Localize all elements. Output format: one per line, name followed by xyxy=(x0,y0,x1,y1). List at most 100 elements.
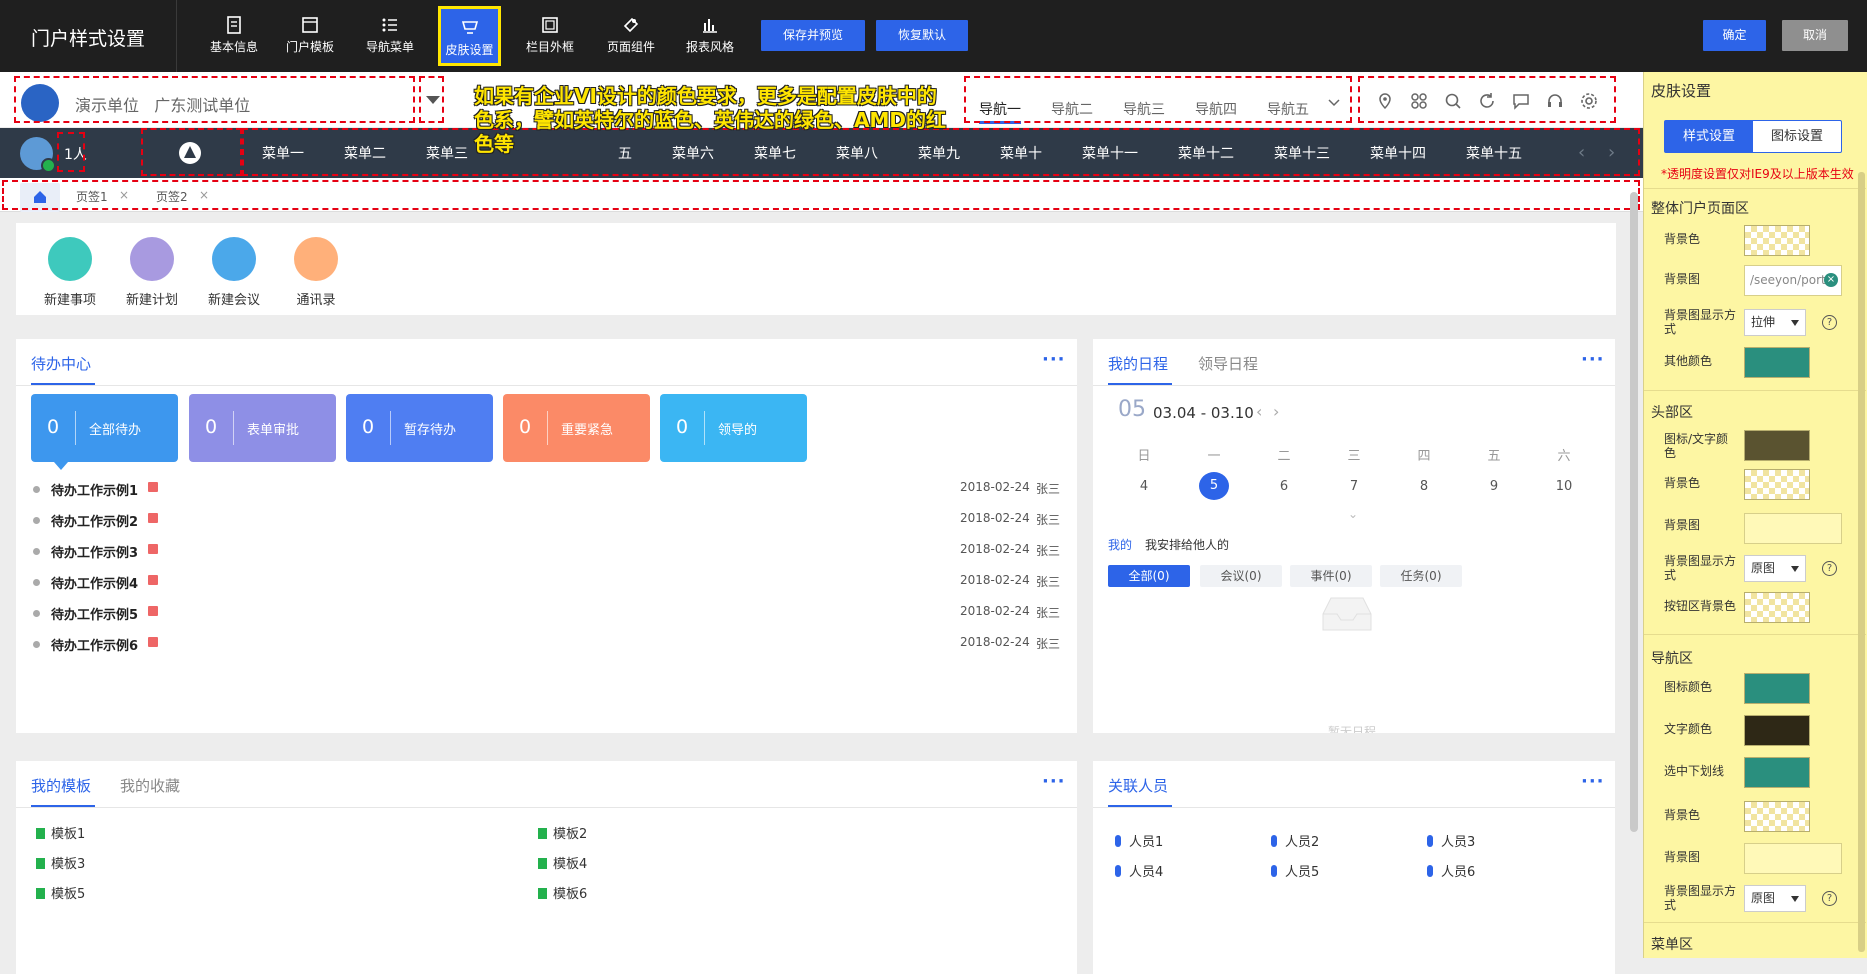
todo-row[interactable]: 待办工作示例4 2018-02-24 张三 xyxy=(16,570,1066,596)
menu-item[interactable]: 菜单十 xyxy=(1000,143,1042,163)
sub-tab-mine[interactable]: 我的 xyxy=(1108,536,1132,553)
todo-row[interactable]: 待办工作示例1 2018-02-24 张三 xyxy=(16,477,1066,503)
unit-dropdown-arrow[interactable] xyxy=(426,96,440,104)
more-icon[interactable]: ··· xyxy=(1581,771,1605,792)
panel-scrollbar[interactable] xyxy=(1858,172,1865,952)
tool-portal-template[interactable]: 门户模板 xyxy=(284,6,336,66)
todo-title[interactable]: 待办工作示例2 xyxy=(51,511,138,530)
new-meeting-icon[interactable] xyxy=(212,237,256,281)
person-item[interactable]: 人员1 xyxy=(1115,831,1163,850)
portal-bg-color-swatch[interactable] xyxy=(1744,225,1810,256)
quick-label[interactable]: 通讯录 xyxy=(276,289,356,308)
clear-icon[interactable]: × xyxy=(1824,273,1838,287)
help-icon[interactable]: ? xyxy=(1822,315,1837,330)
filter-event[interactable]: 事件(0) xyxy=(1290,565,1372,587)
nav-text-color-swatch[interactable] xyxy=(1744,715,1810,746)
header-button-bg-swatch[interactable] xyxy=(1744,592,1810,623)
person-item[interactable]: 人员4 xyxy=(1115,861,1163,880)
prev-week-icon[interactable]: ‹ xyxy=(1256,402,1262,421)
nav-icon-color-swatch[interactable] xyxy=(1744,673,1810,704)
restore-default-button[interactable]: 恢复默认 xyxy=(876,20,968,51)
template-item[interactable]: 模板4 xyxy=(538,853,587,872)
tab-style-settings[interactable]: 样式设置 xyxy=(1665,121,1753,152)
template-item[interactable]: 模板3 xyxy=(36,853,85,872)
calendar-day[interactable]: 10 xyxy=(1549,479,1579,494)
cancel-button[interactable]: 取消 xyxy=(1782,20,1848,51)
menu-item[interactable]: 菜单三 xyxy=(426,143,468,163)
menu-next-icon[interactable]: › xyxy=(1608,142,1615,163)
filter-task[interactable]: 任务(0) xyxy=(1380,565,1462,587)
card-title[interactable]: 关联人员 xyxy=(1108,775,1168,796)
menu-item[interactable]: 菜单十五 xyxy=(1466,143,1522,163)
menu-item[interactable]: 菜单十三 xyxy=(1274,143,1330,163)
calendar-day[interactable]: 8 xyxy=(1409,479,1439,494)
todo-title[interactable]: 待办工作示例5 xyxy=(51,604,138,623)
confirm-button[interactable]: 确定 xyxy=(1703,20,1766,51)
person-item[interactable]: 人员3 xyxy=(1427,831,1475,850)
todo-row[interactable]: 待办工作示例5 2018-02-24 张三 xyxy=(16,601,1066,627)
todo-title[interactable]: 待办工作示例1 xyxy=(51,480,138,499)
todo-tile-urgent[interactable]: 0 重要紧急 xyxy=(503,394,650,462)
quick-label[interactable]: 新建计划 xyxy=(112,289,192,308)
todo-row[interactable]: 待办工作示例3 2018-02-24 张三 xyxy=(16,539,1066,565)
menu-item[interactable]: 菜单二 xyxy=(344,143,386,163)
template-item[interactable]: 模板5 xyxy=(36,883,85,902)
person-item[interactable]: 人员5 xyxy=(1271,861,1319,880)
menu-item[interactable]: 菜单十一 xyxy=(1082,143,1138,163)
template-item[interactable]: 模板2 xyxy=(538,823,587,842)
more-icon[interactable]: ··· xyxy=(1042,771,1066,792)
menu-prev-icon[interactable]: ‹ xyxy=(1578,142,1585,163)
person-item[interactable]: 人员2 xyxy=(1271,831,1319,850)
nav-bg-mode-select[interactable]: 原图 xyxy=(1744,885,1806,912)
portal-other-color-swatch[interactable] xyxy=(1744,347,1810,378)
new-item-icon[interactable] xyxy=(48,237,92,281)
sub-tab-arranged[interactable]: 我安排给他人的 xyxy=(1145,536,1229,553)
header-bg-image-input[interactable] xyxy=(1744,513,1842,544)
tool-basic-info[interactable]: 基本信息 xyxy=(208,6,260,66)
nav-bg-color-swatch[interactable] xyxy=(1744,801,1810,832)
todo-title[interactable]: 待办工作示例4 xyxy=(51,573,138,592)
todo-tile-all[interactable]: 0 全部待办 xyxy=(31,394,178,462)
menu-item[interactable]: 菜单十四 xyxy=(1370,143,1426,163)
save-preview-button[interactable]: 保存并预览 xyxy=(761,20,865,51)
more-icon[interactable]: ··· xyxy=(1581,349,1605,370)
calendar-day[interactable]: 9 xyxy=(1479,479,1509,494)
menu-item[interactable]: 菜单一 xyxy=(262,143,304,163)
tool-skin-settings[interactable]: 皮肤设置 xyxy=(438,6,501,66)
filter-meeting[interactable]: 会议(0) xyxy=(1200,565,1282,587)
header-bg-mode-select[interactable]: 原图 xyxy=(1744,555,1806,582)
tab-my-schedule[interactable]: 我的日程 xyxy=(1108,353,1168,374)
nav-bg-image-input[interactable] xyxy=(1744,843,1842,874)
quick-label[interactable]: 新建会议 xyxy=(194,289,274,308)
calendar-day-selected[interactable]: 5 xyxy=(1199,472,1229,500)
todo-row[interactable]: 待办工作示例6 2018-02-24 张三 xyxy=(16,632,1066,658)
template-item[interactable]: 模板1 xyxy=(36,823,85,842)
expand-chevron-icon[interactable]: ⌄ xyxy=(1348,507,1358,521)
tool-page-components[interactable]: 页面组件 xyxy=(602,6,660,66)
new-plan-icon[interactable] xyxy=(130,237,174,281)
tab-my-favorites[interactable]: 我的收藏 xyxy=(120,775,180,796)
tool-nav-menu[interactable]: 导航菜单 xyxy=(364,6,416,66)
calendar-day[interactable]: 4 xyxy=(1129,479,1159,494)
nav-underline-color-swatch[interactable] xyxy=(1744,757,1810,788)
menu-item[interactable]: 菜单十二 xyxy=(1178,143,1234,163)
portal-bg-mode-select[interactable]: 拉伸 xyxy=(1744,309,1806,336)
todo-tile-form[interactable]: 0 表单审批 xyxy=(189,394,336,462)
header-icon-color-swatch[interactable] xyxy=(1744,430,1810,461)
header-bg-color-swatch[interactable] xyxy=(1744,469,1810,500)
todo-title[interactable]: 待办工作示例6 xyxy=(51,635,138,654)
calendar-day[interactable]: 6 xyxy=(1269,479,1299,494)
todo-row[interactable]: 待办工作示例2 2018-02-24 张三 xyxy=(16,508,1066,534)
tab-leader-schedule[interactable]: 领导日程 xyxy=(1198,353,1258,374)
tab-icon-settings[interactable]: 图标设置 xyxy=(1753,121,1841,152)
more-icon[interactable]: ··· xyxy=(1042,349,1066,370)
todo-tile-draft[interactable]: 0 暂存待办 xyxy=(346,394,493,462)
quick-label[interactable]: 新建事项 xyxy=(30,289,110,308)
help-icon[interactable]: ? xyxy=(1822,561,1837,576)
address-book-icon[interactable] xyxy=(294,237,338,281)
tool-report-style[interactable]: 报表风格 xyxy=(684,6,736,66)
tool-column-frame[interactable]: 栏目外框 xyxy=(524,6,576,66)
card-title[interactable]: 待办中心 xyxy=(31,353,91,374)
template-item[interactable]: 模板6 xyxy=(538,883,587,902)
todo-title[interactable]: 待办工作示例3 xyxy=(51,542,138,561)
